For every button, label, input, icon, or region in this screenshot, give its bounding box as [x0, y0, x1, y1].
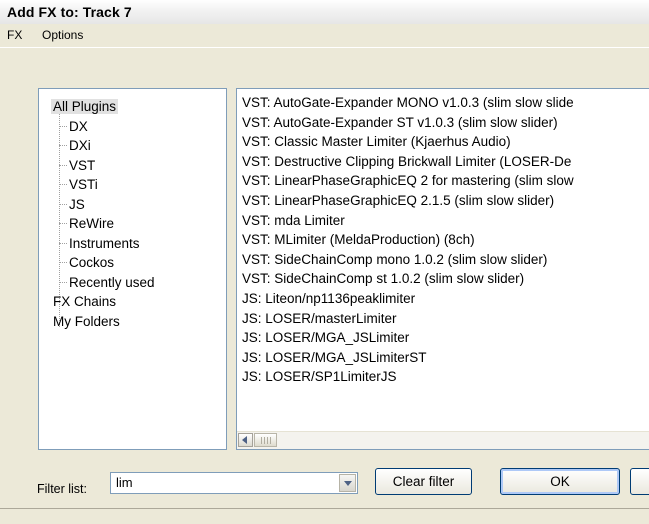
category-item[interactable]: VST: [59, 156, 97, 175]
category-label: All Plugins: [51, 99, 119, 114]
grip-icon: [261, 437, 271, 444]
fx-list-item[interactable]: JS: LOSER/SP1LimiterJS: [242, 367, 397, 386]
fx-list-item[interactable]: VST: AutoGate-Expander ST v1.0.3 (slim s…: [242, 113, 558, 132]
tree-branch-line: [59, 262, 67, 263]
ok-button[interactable]: OK: [500, 468, 620, 495]
category-label: DXi: [69, 138, 91, 153]
category-item[interactable]: DX: [59, 117, 90, 136]
category-item[interactable]: Recently used: [59, 273, 157, 292]
menu-fx[interactable]: FX: [5, 28, 24, 42]
horizontal-scrollbar[interactable]: [237, 431, 649, 449]
title-bar[interactable]: Add FX to: Track 7: [0, 0, 649, 25]
category-item[interactable]: DXi: [59, 136, 93, 155]
category-item[interactable]: ReWire: [59, 214, 116, 233]
category-item[interactable]: All Plugins: [51, 97, 119, 116]
fx-list-item[interactable]: VST: LinearPhaseGraphicEQ 2.1.5 (slim sl…: [242, 191, 554, 210]
scroll-thumb[interactable]: [254, 433, 277, 447]
category-label: VSTi: [69, 177, 98, 192]
category-item[interactable]: Instruments: [59, 234, 142, 253]
category-label: Instruments: [69, 235, 140, 251]
filter-input[interactable]: lim: [116, 475, 133, 490]
menu-bar: FX Options: [0, 24, 649, 48]
scroll-left-button[interactable]: [238, 433, 253, 447]
category-label: Recently used: [69, 274, 155, 290]
category-item[interactable]: My Folders: [51, 312, 122, 331]
category-item[interactable]: JS: [59, 195, 87, 214]
bottom-divider: [0, 508, 649, 509]
fx-list-item[interactable]: VST: AutoGate-Expander MONO v1.0.3 (slim…: [242, 93, 574, 112]
arrow-left-icon: [242, 436, 247, 444]
tree-branch-line: [59, 125, 67, 127]
filter-list-label: Filter list:: [37, 482, 87, 496]
fx-list-item[interactable]: JS: LOSER/masterLimiter: [242, 309, 397, 328]
tree-branch-line: [59, 184, 67, 185]
fx-list-item[interactable]: JS: Liteon/np1136peaklimiter: [242, 289, 415, 308]
category-label: DX: [69, 118, 88, 134]
category-tree[interactable]: All Plugins DX DXi VST VSTi JS ReWire Instrumen…: [38, 88, 227, 450]
category-label: Cockos: [69, 255, 115, 270]
tree-branch-line: [59, 223, 67, 224]
window-title: Add FX to: Track 7: [7, 4, 132, 20]
fx-list-item[interactable]: VST: SideChainComp mono 1.0.2 (slim slow…: [242, 250, 547, 269]
category-item[interactable]: Cockos: [59, 253, 116, 272]
menu-options[interactable]: Options: [40, 28, 85, 42]
fx-list-item[interactable]: VST: mda Limiter: [242, 211, 345, 230]
fx-list[interactable]: JS: LOSER/SP1LimiterJS JS: LOSER/MGA_JSLi…: [236, 88, 649, 450]
fx-list-item[interactable]: VST: MLimiter (MeldaProduction) (8ch): [242, 230, 475, 249]
fx-list-item[interactable]: JS: LOSER/MGA_JSLimiter: [242, 328, 409, 347]
add-fx-dialog: Add FX to: Track 7 FX Options All Plugin…: [0, 0, 649, 524]
fx-list-item[interactable]: VST: Destructive Clipping Brickwall Limi…: [242, 152, 571, 171]
fx-list-item[interactable]: VST: Classic Master Limiter (Kjaerhus Au…: [242, 132, 511, 151]
tree-branch-line: [59, 203, 67, 205]
cancel-button-partial[interactable]: [630, 468, 649, 495]
fx-list-item[interactable]: VST: LinearPhaseGraphicEQ 2 for masterin…: [242, 171, 574, 190]
category-label: FX Chains: [53, 294, 117, 309]
tree-branch-line: [59, 242, 67, 244]
category-item[interactable]: FX Chains: [51, 292, 118, 311]
category-item[interactable]: VSTi: [59, 175, 100, 194]
clear-filter-button[interactable]: Clear filter: [375, 468, 472, 495]
fx-list-item[interactable]: VST: SideChainComp st 1.0.2 (slim slow s…: [242, 269, 524, 288]
tree-branch-line: [59, 281, 67, 283]
tree-branch-line: [59, 145, 67, 146]
category-label: My Folders: [53, 313, 120, 329]
category-label: VST: [69, 157, 96, 173]
category-label: JS: [69, 196, 85, 212]
tree-branch-line: [59, 164, 67, 166]
chevron-down-icon: [344, 481, 352, 486]
filter-dropdown-button[interactable]: [339, 474, 356, 492]
category-label: ReWire: [69, 216, 115, 231]
filter-combo[interactable]: lim: [110, 472, 358, 494]
fx-list-item[interactable]: JS: LOSER/MGA_JSLimiterST: [242, 348, 427, 367]
